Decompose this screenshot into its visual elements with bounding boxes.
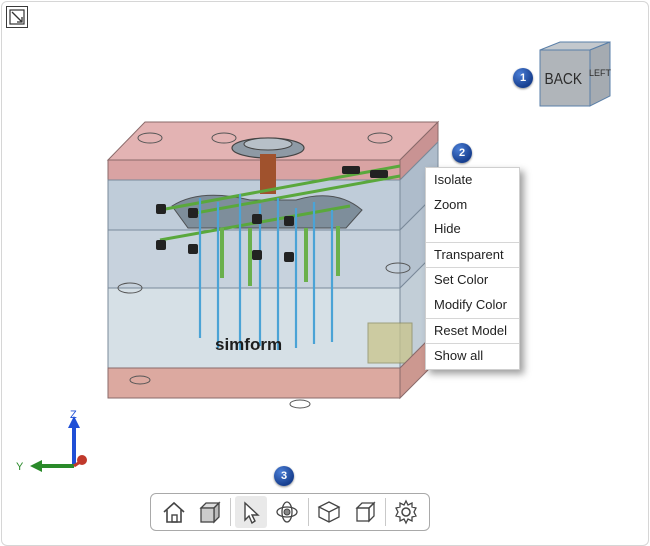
orbit-icon — [276, 501, 299, 523]
view-cube[interactable]: BACK LEFT — [532, 38, 612, 110]
select-tool-button[interactable] — [235, 496, 268, 528]
section-box-icon — [355, 501, 376, 523]
menu-item-modify-color[interactable]: Modify Color — [426, 293, 519, 319]
toolbar-callout-badge: 3 — [274, 466, 294, 486]
settings-button[interactable] — [390, 496, 422, 528]
menu-item-isolate[interactable]: Isolate — [426, 168, 519, 193]
explode-icon — [317, 501, 341, 523]
settings-gear-icon — [394, 499, 417, 525]
select-pointer-icon — [244, 501, 261, 525]
home-icon — [163, 501, 185, 523]
context-menu-callout-badge: 2 — [452, 143, 472, 163]
fullscreen-icon — [9, 9, 25, 25]
menu-item-transparent[interactable]: Transparent — [426, 243, 519, 269]
mold-3d-model[interactable]: simform — [100, 118, 440, 423]
menu-item-zoom[interactable]: Zoom — [426, 193, 519, 218]
home-button[interactable] — [158, 496, 190, 528]
model-context-menu: Isolate Zoom Hide Transparent Set Color … — [425, 167, 520, 370]
view-cube-left-label: LEFT — [589, 68, 612, 78]
simform-logo: simform — [215, 335, 282, 354]
axis-z-label: Z — [70, 409, 77, 421]
section-box-button[interactable] — [349, 496, 381, 528]
menu-item-hide[interactable]: Hide — [426, 217, 519, 243]
toolbar-divider — [384, 498, 386, 526]
toolbar-divider — [230, 498, 232, 526]
cube-view-button[interactable] — [194, 496, 226, 528]
viewcube-callout-badge: 1 — [513, 68, 533, 88]
fullscreen-toggle-button[interactable] — [6, 6, 28, 28]
menu-item-reset-model[interactable]: Reset Model — [426, 319, 519, 345]
orbit-tool-button[interactable] — [271, 496, 303, 528]
axis-triad: Z Y — [14, 408, 104, 478]
toolbar-divider — [307, 498, 309, 526]
axis-y-label: Y — [16, 461, 24, 473]
viewer-toolbar — [150, 493, 430, 531]
menu-item-show-all[interactable]: Show all — [426, 344, 519, 369]
menu-item-set-color[interactable]: Set Color — [426, 268, 519, 293]
explode-button[interactable] — [313, 496, 345, 528]
view-cube-back-label: BACK — [545, 71, 583, 88]
cube-view-icon — [199, 501, 221, 524]
